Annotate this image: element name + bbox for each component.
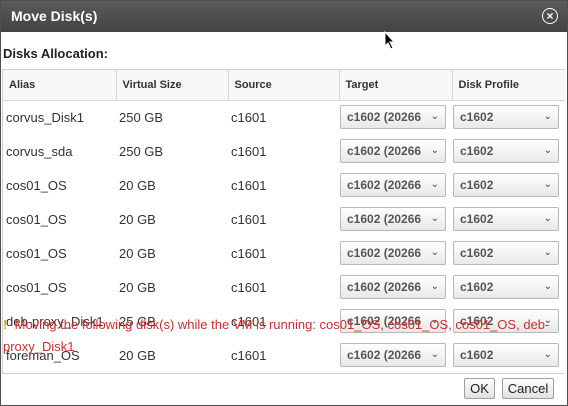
cell-alias: corvus_Disk1 [6,109,85,125]
cell-source: c1601 [231,109,267,125]
cell-virtual-size: 20 GB [119,177,156,193]
table-row[interactable]: corvus_sda 250 GB c1601 c1602 (20266 ⌄ c1602 ⌄ [3,134,565,168]
cell-disk-profile: c1602 ⌄ [452,100,565,134]
cancel-button[interactable]: Cancel [502,378,554,399]
chevron-down-icon: ⌄ [543,213,552,224]
cell-virtual-size: 20 GB [119,211,156,227]
chevron-down-icon: ⌄ [543,281,552,292]
running-vm-warning: ! Moving the following disk(s) while the… [3,314,563,358]
table-row[interactable]: cos01_OS 20 GB c1601 c1602 (20266 ⌄ c1602 ⌄ [3,236,565,270]
cell-alias: cos01_OS [6,177,67,193]
chevron-down-icon: ⌄ [543,145,552,156]
cell-disk-profile: c1602 ⌄ [452,270,565,304]
dialog-title: Move Disk(s) [11,8,98,24]
chevron-down-icon: ⌄ [543,179,552,190]
table-header-row: Alias Virtual Size Source Target Disk Pr… [3,70,565,101]
chevron-down-icon: ⌄ [430,145,439,156]
table-row[interactable]: cos01_OS 20 GB c1601 c1602 (20266 ⌄ c1602 ⌄ [3,202,565,236]
cell-target: c1602 (20266 ⌄ [339,202,452,236]
disks-allocation-label: Disks Allocation: [3,46,108,61]
cell-alias: cos01_OS [6,279,67,295]
cell-virtual-size: 250 GB [119,109,164,125]
column-header-source[interactable]: Source [228,70,340,101]
warning-icon: ! [3,317,8,332]
cell-source: c1601 [231,211,267,227]
cell-alias: cos01_OS [6,211,67,227]
disk-profile-select[interactable]: c1602 ⌄ [453,207,559,231]
column-header-virtual-size[interactable]: Virtual Size [116,70,229,101]
chevron-down-icon: ⌄ [430,213,439,224]
target-select[interactable]: c1602 (20266 ⌄ [340,207,446,231]
table-row[interactable]: corvus_Disk1 250 GB c1601 c1602 (20266 ⌄ c160… [3,100,565,134]
cell-alias: cos01_OS [6,245,67,261]
close-icon[interactable]: × [542,8,558,24]
chevron-down-icon: ⌄ [543,111,552,123]
target-select[interactable]: c1602 (20266 ⌄ [340,275,446,299]
mouse-pointer-icon [384,30,396,50]
ok-button[interactable]: OK [464,378,495,399]
cell-disk-profile: c1602 ⌄ [452,134,565,168]
table-row[interactable]: cos01_OS 20 GB c1601 c1602 (20266 ⌄ c1602 ⌄ [3,270,565,304]
move-disks-dialog: Move Disk(s) × Disks Allocation: Alias V… [0,0,568,406]
disk-profile-select[interactable]: c1602 ⌄ [453,105,559,130]
table-row[interactable]: cos01_OS 20 GB c1601 c1602 (20266 ⌄ c1602 ⌄ [3,168,565,202]
chevron-down-icon: ⌄ [430,179,439,190]
cell-disk-profile: c1602 ⌄ [452,168,565,202]
target-select[interactable]: c1602 (20266 ⌄ [340,105,446,130]
disk-profile-select[interactable]: c1602 ⌄ [453,241,559,265]
column-header-disk-profile[interactable]: Disk Profile [452,70,565,101]
cell-target: c1602 (20266 ⌄ [339,168,452,202]
chevron-down-icon: ⌄ [430,247,439,258]
chevron-down-icon: ⌄ [543,247,552,258]
target-select[interactable]: c1602 (20266 ⌄ [340,173,446,197]
column-header-alias[interactable]: Alias [3,70,117,101]
cell-target: c1602 (20266 ⌄ [339,134,452,168]
disk-profile-select[interactable]: c1602 ⌄ [453,173,559,197]
cell-disk-profile: c1602 ⌄ [452,202,565,236]
cell-source: c1601 [231,245,267,261]
cell-virtual-size: 250 GB [119,143,164,159]
target-select[interactable]: c1602 (20266 ⌄ [340,139,446,163]
cell-target: c1602 (20266 ⌄ [339,236,452,270]
cell-target: c1602 (20266 ⌄ [339,100,452,134]
cell-target: c1602 (20266 ⌄ [339,270,452,304]
column-header-target[interactable]: Target [339,70,453,101]
chevron-down-icon: ⌄ [430,111,439,123]
cell-source: c1601 [231,177,267,193]
warning-text: Moving the following disk(s) while the V… [3,317,550,354]
disk-profile-select[interactable]: c1602 ⌄ [453,275,559,299]
chevron-down-icon: ⌄ [430,281,439,292]
cell-virtual-size: 20 GB [119,245,156,261]
target-select[interactable]: c1602 (20266 ⌄ [340,241,446,265]
cell-source: c1601 [231,143,267,159]
cell-virtual-size: 20 GB [119,279,156,295]
cell-alias: corvus_sda [6,143,73,159]
cell-disk-profile: c1602 ⌄ [452,236,565,270]
dialog-titlebar[interactable]: Move Disk(s) × [1,1,567,32]
disk-profile-select[interactable]: c1602 ⌄ [453,139,559,163]
cell-source: c1601 [231,279,267,295]
